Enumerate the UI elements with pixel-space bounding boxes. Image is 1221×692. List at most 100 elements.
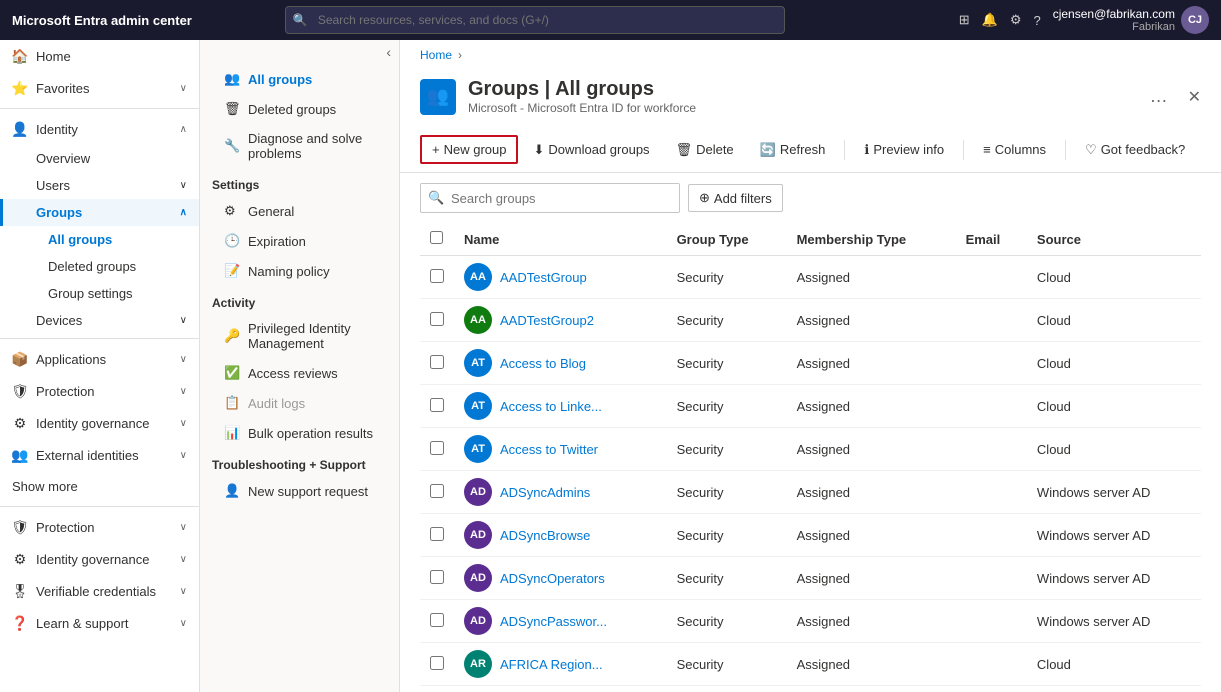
download-groups-label: Download groups bbox=[548, 142, 649, 157]
credentials-icon: 🎖 bbox=[12, 583, 28, 599]
group-type: Security bbox=[667, 299, 787, 342]
group-name-link[interactable]: ADSyncAdmins bbox=[500, 485, 590, 500]
group-name-link[interactable]: Access to Blog bbox=[500, 356, 586, 371]
sidebar-item-applications[interactable]: 📦 Applications ∨ bbox=[0, 343, 199, 375]
group-type: Office bbox=[667, 686, 787, 692]
global-search-input[interactable] bbox=[285, 6, 785, 34]
general-icon: ⚙ bbox=[224, 203, 240, 219]
bulk-ops-icon: 📊 bbox=[224, 425, 240, 441]
row-checkbox[interactable] bbox=[430, 527, 444, 541]
group-name-link[interactable]: Access to Twitter bbox=[500, 442, 598, 457]
sec-sidebar-item-naming-policy[interactable]: 📝 Naming policy bbox=[200, 256, 399, 286]
left-sidebar: 🏠 Home ⭐ Favorites ∨ 👤 Identity ∧ Overvi… bbox=[0, 40, 200, 692]
sidebar-item-learn-support[interactable]: ❓ Learn & support ∨ bbox=[0, 607, 199, 639]
sec-sidebar-item-deleted-groups[interactable]: 🗑 Deleted groups bbox=[200, 94, 399, 124]
row-checkbox[interactable] bbox=[430, 484, 444, 498]
sidebar-item-favorites[interactable]: ⭐ Favorites ∨ bbox=[0, 72, 199, 104]
group-name-link[interactable]: AFRICA Region... bbox=[500, 657, 603, 672]
portal-icon[interactable]: ⊞ bbox=[959, 12, 970, 28]
chevron-governance2: ∨ bbox=[180, 554, 187, 565]
row-checkbox[interactable] bbox=[430, 570, 444, 584]
group-type: Security bbox=[667, 514, 787, 557]
select-all-checkbox[interactable] bbox=[430, 231, 443, 244]
chevron-credentials: ∨ bbox=[180, 586, 187, 597]
row-checkbox[interactable] bbox=[430, 312, 444, 326]
email bbox=[956, 256, 1027, 299]
refresh-button[interactable]: 🔄 Refresh bbox=[749, 136, 837, 164]
feedback-button[interactable]: ♡ Got feedback? bbox=[1074, 136, 1196, 164]
row-checkbox[interactable] bbox=[430, 269, 444, 283]
sec-sidebar-item-bulk-ops[interactable]: 📊 Bulk operation results bbox=[200, 418, 399, 448]
sec-sidebar-item-expiration[interactable]: 🕒 Expiration bbox=[200, 226, 399, 256]
secondary-sidebar: ‹ 👥 All groups 🗑 Deleted groups 🔧 Diagno… bbox=[200, 40, 400, 692]
row-checkbox[interactable] bbox=[430, 398, 444, 412]
sidebar-label-overview: Overview bbox=[36, 151, 90, 166]
sidebar-item-users[interactable]: Users ∨ bbox=[0, 172, 199, 199]
group-name-link[interactable]: ADSyncOperators bbox=[500, 571, 605, 586]
col-membership-type: Membership Type bbox=[787, 223, 956, 256]
help-icon[interactable]: ? bbox=[1033, 13, 1040, 28]
preview-info-button[interactable]: ℹ Preview info bbox=[853, 136, 955, 164]
breadcrumb-home[interactable]: Home bbox=[420, 48, 452, 62]
sidebar-label-deleted-groups: Deleted groups bbox=[48, 259, 136, 274]
sidebar-item-protection2[interactable]: 🛡 Protection ∨ bbox=[0, 511, 199, 543]
sidebar-item-devices[interactable]: Devices ∨ bbox=[0, 307, 199, 334]
columns-button[interactable]: ≡ Columns bbox=[972, 136, 1057, 163]
settings-icon[interactable]: ⚙ bbox=[1010, 12, 1022, 28]
add-filters-button[interactable]: ⊕ Add filters bbox=[688, 184, 783, 212]
group-name-link[interactable]: ADSyncPasswor... bbox=[500, 614, 607, 629]
bell-icon[interactable]: 🔔 bbox=[982, 12, 998, 28]
row-checkbox[interactable] bbox=[430, 355, 444, 369]
row-checkbox[interactable] bbox=[430, 613, 444, 627]
sidebar-item-protection[interactable]: 🛡 Protection ∨ bbox=[0, 375, 199, 407]
group-name-link[interactable]: AADTestGroup bbox=[500, 270, 587, 285]
new-group-button[interactable]: + New group bbox=[420, 135, 518, 164]
breadcrumb-sep: › bbox=[458, 48, 462, 62]
user-org: Fabrikan bbox=[1053, 21, 1175, 33]
group-name-link[interactable]: AADTestGroup2 bbox=[500, 313, 594, 328]
group-name-link[interactable]: ADSyncBrowse bbox=[500, 528, 590, 543]
sidebar-item-group-settings[interactable]: Group settings bbox=[0, 280, 199, 307]
search-groups-input[interactable] bbox=[420, 183, 680, 213]
sec-sidebar-item-pim[interactable]: 🔑 Privileged Identity Management bbox=[200, 314, 399, 358]
group-name-link[interactable]: Access to Linke... bbox=[500, 399, 602, 414]
email bbox=[956, 643, 1027, 686]
sidebar-item-overview[interactable]: Overview bbox=[0, 145, 199, 172]
sec-sidebar-item-audit-logs[interactable]: 📋 Audit logs bbox=[200, 388, 399, 418]
sidebar-item-groups[interactable]: Groups ∧ bbox=[0, 199, 199, 226]
avatar[interactable]: CJ bbox=[1181, 6, 1209, 34]
more-options-button[interactable]: … bbox=[1150, 86, 1168, 107]
close-panel-button[interactable]: ✕ bbox=[1188, 87, 1201, 107]
sidebar-item-identity[interactable]: 👤 Identity ∧ bbox=[0, 113, 199, 145]
global-search[interactable]: 🔍 bbox=[285, 6, 785, 34]
sidebar-item-home[interactable]: 🏠 Home bbox=[0, 40, 199, 72]
sec-sidebar-item-general[interactable]: ⚙ General bbox=[200, 196, 399, 226]
sidebar-item-external-identities[interactable]: 👥 External identities ∨ bbox=[0, 439, 199, 471]
collapse-sidebar-button[interactable]: ‹ bbox=[386, 44, 391, 60]
sec-sidebar-item-new-support[interactable]: 👤 New support request bbox=[200, 476, 399, 506]
chevron-applications: ∨ bbox=[180, 354, 187, 365]
download-groups-button[interactable]: ⬇ Download groups bbox=[522, 136, 660, 164]
search-icon: 🔍 bbox=[428, 190, 444, 206]
delete-button[interactable]: 🗑 Delete bbox=[665, 136, 745, 164]
sidebar-item-deleted-groups[interactable]: Deleted groups bbox=[0, 253, 199, 280]
sec-sidebar-item-access-reviews[interactable]: ✅ Access reviews bbox=[200, 358, 399, 388]
table-row: AD ADSyncBrowse Security Assigned Window… bbox=[420, 514, 1201, 557]
user-menu[interactable]: cjensen@fabrikan.com Fabrikan CJ bbox=[1053, 6, 1209, 34]
group-avatar: AD bbox=[464, 478, 492, 506]
sec-sidebar-item-diagnose[interactable]: 🔧 Diagnose and solve problems bbox=[200, 124, 399, 168]
sidebar-item-all-groups[interactable]: All groups bbox=[0, 226, 199, 253]
sec-sidebar-item-all-groups[interactable]: 👥 All groups bbox=[200, 64, 399, 94]
home-icon: 🏠 bbox=[12, 48, 28, 64]
sidebar-item-show-more[interactable]: Show more bbox=[0, 471, 199, 502]
governance2-icon: ⚙ bbox=[12, 551, 28, 567]
row-checkbox[interactable] bbox=[430, 441, 444, 455]
table-row: AD ADSyncOperators Security Assigned Win… bbox=[420, 557, 1201, 600]
sidebar-item-identity-governance2[interactable]: ⚙ Identity governance ∨ bbox=[0, 543, 199, 575]
sidebar-label-favorites: Favorites bbox=[36, 81, 172, 96]
sidebar-item-identity-governance[interactable]: ⚙ Identity governance ∨ bbox=[0, 407, 199, 439]
chevron-down-icon: ∨ bbox=[180, 83, 187, 94]
row-checkbox[interactable] bbox=[430, 656, 444, 670]
chevron-groups: ∧ bbox=[180, 207, 187, 218]
sidebar-item-verifiable-credentials[interactable]: 🎖 Verifiable credentials ∨ bbox=[0, 575, 199, 607]
